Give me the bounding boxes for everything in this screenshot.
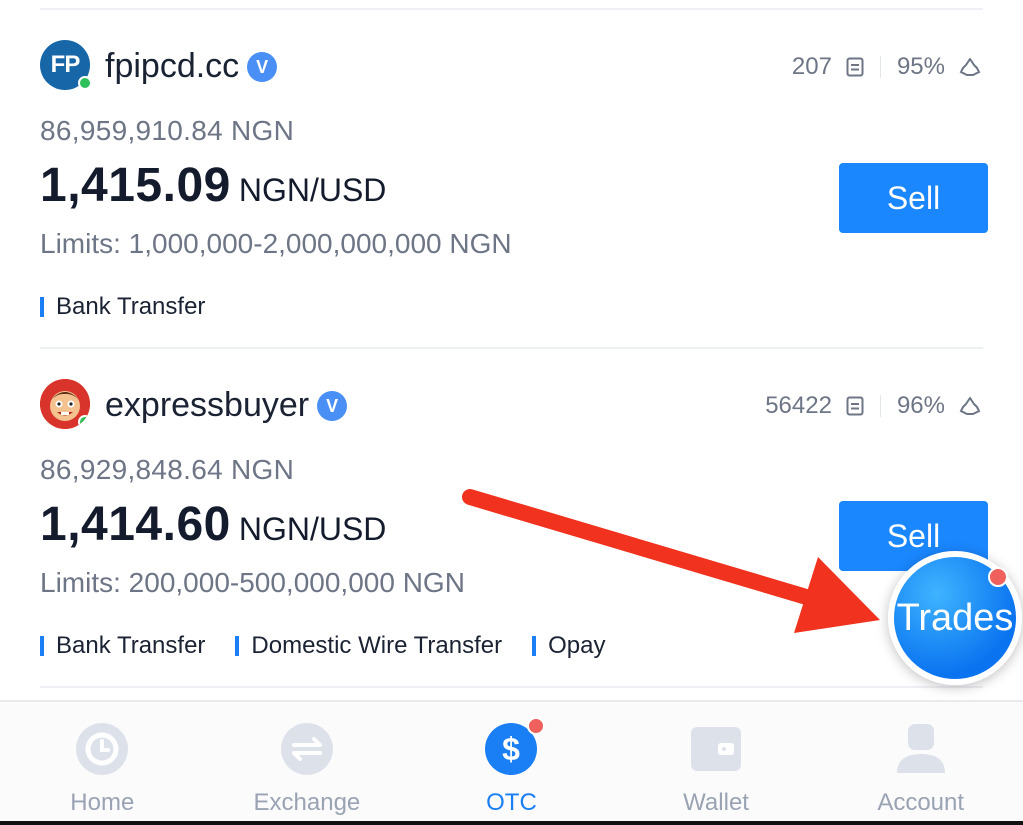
notification-badge [527,717,546,735]
merchant-name[interactable]: fpipcd.cc [105,47,239,85]
price-value: 1,415.09 [40,159,231,212]
merchant-stats: 56422 96% [765,389,981,423]
payment-method-label: Opay [548,632,606,659]
verified-badge-icon: V [317,391,348,421]
merchant-avatar[interactable]: FP [40,40,92,90]
nav-item-otc[interactable]: $ OTC [409,702,614,825]
payment-method-tag: Bank Transfer [40,293,205,321]
online-status-dot [78,415,90,429]
swap-arrows-icon [280,723,333,775]
price-unit: NGN/USD [238,511,387,547]
nav-label: Home [70,789,135,816]
orders-icon [846,396,864,416]
trades-label: Trades [896,596,1014,639]
payment-marker [40,636,44,656]
payment-method-label: Domestic Wire Transfer [251,632,503,659]
screen-bottom-edge [0,821,1023,825]
payment-method-label: Bank Transfer [56,293,206,320]
nav-label: Wallet [683,789,749,816]
wallet-icon [691,727,742,771]
sell-button[interactable]: Sell [839,163,988,233]
merchant-name-row[interactable]: fpipcd.cc V [105,44,278,88]
verified-badge-icon: V [247,52,278,82]
price-unit: NGN/USD [238,172,387,208]
nav-item-wallet[interactable]: Wallet [614,702,819,825]
nav-item-home[interactable]: Home [0,702,205,825]
payment-methods: Bank Transfer Domestic Wire Transfer Opa… [40,632,636,660]
nav-item-exchange[interactable]: Exchange [205,702,410,825]
orders-icon [846,57,864,77]
clock-icon [76,723,129,775]
payment-method-tag: Opay [532,632,606,660]
price-row: 1,415.09 NGN/USD [40,158,386,213]
available-amount: 86,959,910.84 NGN [40,115,295,146]
order-count: 56422 [765,392,832,419]
price-row: 1,414.60 NGN/USD [40,497,386,552]
payment-marker [40,297,44,317]
payment-method-tag: Domestic Wire Transfer [235,632,502,660]
merchant-name[interactable]: expressbuyer [105,386,309,424]
nav-label: OTC [486,789,537,816]
stats-separator [879,395,881,417]
nav-label: Exchange [253,789,361,816]
available-amount: 86,929,848.64 NGN [40,454,295,485]
merchant-avatar[interactable] [40,379,90,429]
payment-methods: Bank Transfer [40,293,235,321]
online-status-dot [78,76,92,90]
listing-card[interactable]: expressbuyer V 56422 96% 86,929,848.64 NG… [0,349,1023,687]
nav-icon-wrapper: $ [483,717,546,777]
limits-text: Limits: 200,000-500,000,000 NGN [40,567,465,598]
payment-method-tag: Bank Transfer [40,632,205,660]
user-icon [896,724,945,773]
svg-text:$: $ [503,731,521,767]
trades-floating-button[interactable]: Trades [888,551,1022,685]
notification-badge [988,567,1008,587]
stats-separator [879,56,881,78]
listing-divider [40,686,983,688]
nav-label: Account [877,789,965,816]
limits-text: Limits: 1,000,000-2,000,000,000 NGN [40,228,512,259]
completion-rate: 96% [896,392,945,419]
nav-item-account[interactable]: Account [818,702,1023,825]
payment-marker [235,636,240,656]
payment-marker [532,636,537,656]
merchant-stats: 207 95% [792,50,981,84]
order-count: 207 [791,53,832,80]
avatar-initials: FP [50,51,81,78]
price-value: 1,414.60 [40,498,231,551]
listing-card[interactable]: FP fpipcd.cc V 207 95% 86,959,910.84 NGN … [0,10,1023,348]
merchant-name-row[interactable]: expressbuyer V [105,383,348,427]
completion-rate-icon [959,58,981,76]
completion-rate-icon [959,397,981,415]
bottom-navigation: Home Exchange $ OTC Wallet Account [0,700,1023,825]
payment-method-label: Bank Transfer [56,632,206,659]
completion-rate: 95% [896,53,945,80]
